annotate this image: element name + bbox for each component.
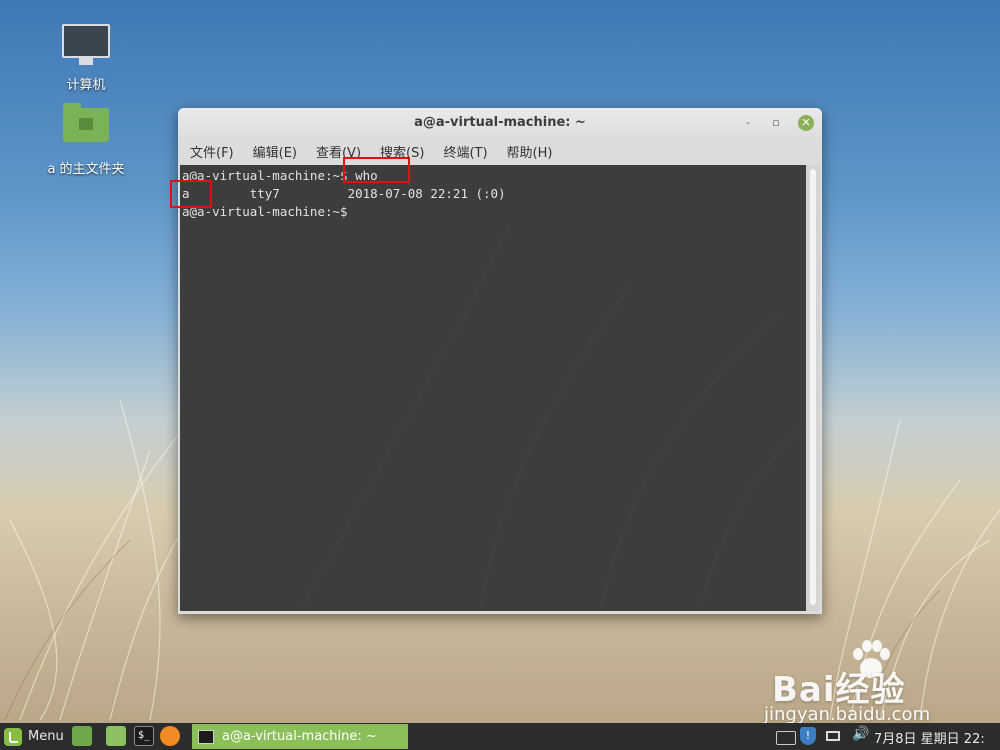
terminal-window: a@a-virtual-machine: ~ - ▫ ✕ 文件(F) 编辑(E)…: [178, 108, 822, 614]
desktop-icon-computer[interactable]: 计算机: [26, 22, 146, 93]
mint-logo-icon: [4, 727, 22, 746]
terminal-line-output: a tty7 2018-07-08 22:21 (:0): [182, 186, 506, 201]
desktop-icon-home-folder[interactable]: a 的主文件夹: [26, 100, 146, 177]
start-menu-label: Menu: [28, 729, 64, 744]
menu-help[interactable]: 帮助(H): [507, 142, 553, 161]
taskbar-clock[interactable]: 7月8日 星期日 22:: [874, 728, 985, 747]
watermark-url: jingyan.baidu.com: [764, 704, 931, 725]
menu-file[interactable]: 文件(F): [190, 142, 234, 161]
menu-bar: 文件(F) 编辑(E) 查看(V) 搜索(S) 终端(T) 帮助(H): [178, 138, 822, 164]
desktop-icon-home-folder-label: a 的主文件夹: [47, 162, 125, 177]
window-titlebar[interactable]: a@a-virtual-machine: ~ - ▫ ✕: [178, 108, 822, 138]
volume-icon[interactable]: 🔊: [852, 726, 869, 742]
network-icon[interactable]: [826, 731, 840, 741]
menu-terminal[interactable]: 终端(T): [443, 142, 487, 161]
keyboard-icon[interactable]: [776, 731, 796, 745]
desktop-icon-computer-label: 计算机: [66, 78, 106, 93]
minimize-button[interactable]: -: [740, 115, 756, 131]
terminal-scrollbar[interactable]: [806, 165, 820, 611]
close-button[interactable]: ✕: [798, 115, 814, 131]
start-menu-button[interactable]: Menu: [4, 726, 64, 747]
highlight-box-who-command: [343, 157, 410, 183]
files-launcher-icon[interactable]: [106, 726, 126, 746]
menu-edit[interactable]: 编辑(E): [253, 142, 297, 161]
taskbar: Menu $_ a@a-virtual-machine: ~ ! 🔊 7月8日 …: [0, 723, 1000, 750]
taskbar-window-label: a@a-virtual-machine: ~: [222, 729, 377, 744]
terminal-app-icon: [198, 729, 214, 744]
scrollbar-thumb[interactable]: [810, 169, 816, 605]
shield-update-icon[interactable]: !: [800, 727, 816, 745]
show-desktop-icon[interactable]: [72, 726, 92, 746]
firefox-launcher-icon[interactable]: [160, 726, 180, 746]
window-title: a@a-virtual-machine: ~: [414, 115, 586, 130]
taskbar-window-button[interactable]: a@a-virtual-machine: ~: [192, 724, 408, 749]
terminal-launcher-icon[interactable]: $_: [134, 726, 154, 746]
terminal-background-texture: [299, 224, 806, 611]
terminal-output[interactable]: a@a-virtual-machine:~$ who a tty7 2018-0…: [180, 165, 806, 611]
computer-icon: [62, 24, 110, 72]
maximize-button[interactable]: ▫: [768, 115, 784, 131]
baidu-watermark: Bai经验 jingyan.baidu.com: [764, 640, 1000, 725]
home-folder-icon: [62, 103, 110, 156]
highlight-box-user-a: [170, 180, 212, 208]
